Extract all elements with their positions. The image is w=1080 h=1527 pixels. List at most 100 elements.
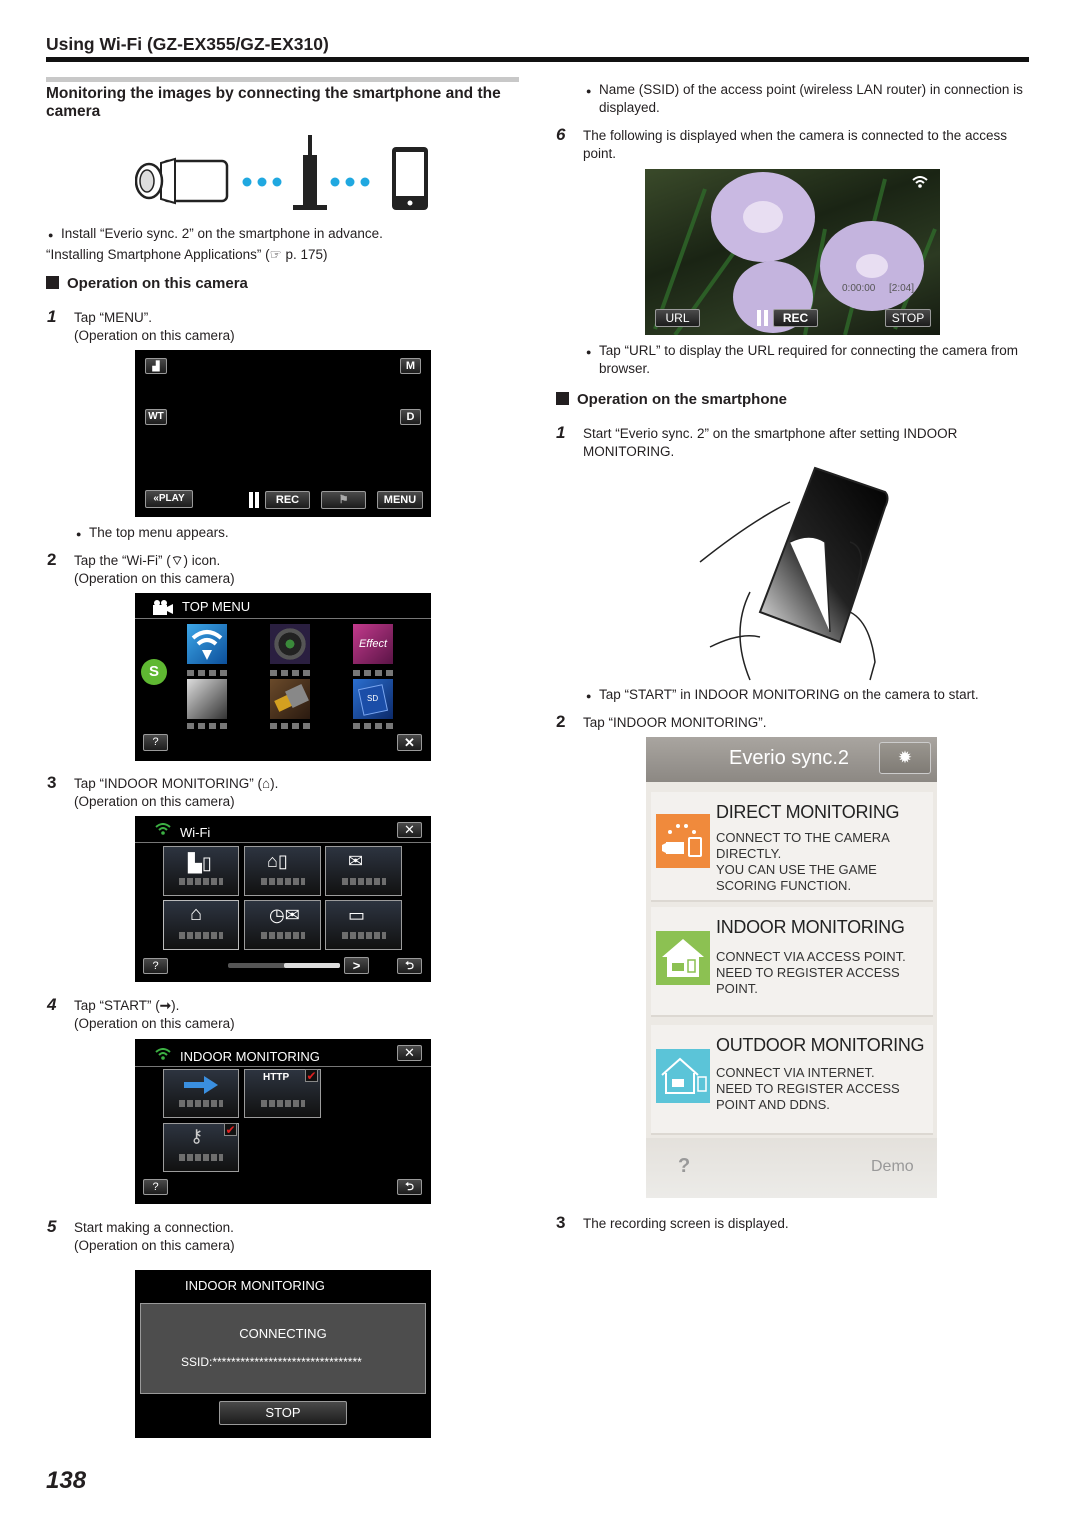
- card-title: INDOOR MONITORING: [716, 917, 905, 937]
- step-subtext: (Operation on this camera): [74, 1238, 235, 1253]
- tv-monitoring-tile[interactable]: ▭: [325, 900, 402, 950]
- app-footer: ? Demo: [646, 1138, 937, 1198]
- close-button[interactable]: ✕: [397, 1045, 422, 1061]
- direct-monitoring-tile[interactable]: ▙▯: [163, 846, 239, 896]
- start-tile[interactable]: [163, 1069, 239, 1118]
- scrollbar-thumb[interactable]: [284, 963, 340, 968]
- http-setting-tile[interactable]: HTTP ✔: [244, 1069, 321, 1118]
- outdoor-monitoring-icon: [656, 1049, 710, 1103]
- d-button[interactable]: D: [400, 409, 421, 425]
- sd-card-menu-icon[interactable]: SD: [353, 679, 393, 719]
- close-button[interactable]: ✕: [397, 734, 422, 751]
- label-placeholder: [260, 878, 305, 885]
- indoor-monitoring-title: INDOOR MONITORING: [180, 1049, 320, 1064]
- settings-gear-button[interactable]: ✹: [879, 742, 931, 774]
- step-note: Name (SSID) of the access point (wireles…: [586, 81, 1029, 117]
- checkbox-checked-icon[interactable]: ✔: [305, 1069, 318, 1082]
- connecting-screen-title: INDOOR MONITORING: [185, 1278, 325, 1293]
- flag-button[interactable]: ⚑: [321, 491, 366, 509]
- url-button[interactable]: URL: [655, 309, 700, 327]
- help-button[interactable]: ?: [678, 1155, 690, 1178]
- card-title: OUTDOOR MONITORING: [716, 1035, 925, 1055]
- stop-button[interactable]: STOP: [219, 1401, 347, 1425]
- label-placeholder: [179, 1154, 223, 1161]
- label-placeholder: [270, 723, 310, 729]
- step-subtext: (Operation on this camera): [74, 794, 235, 809]
- rec-button[interactable]: REC: [773, 309, 818, 327]
- top-menu-title: TOP MENU: [182, 599, 251, 614]
- pause-icon: [249, 492, 253, 508]
- outdoor-monitoring-card[interactable]: OUTDOOR MONITORING CONNECT VIA INTERNET.…: [651, 1025, 933, 1135]
- timecode: 0:00:00: [842, 283, 876, 294]
- wifi-title: Wi-Fi: [180, 825, 211, 840]
- next-page-button[interactable]: >: [344, 957, 369, 974]
- mode-button[interactable]: ▟: [145, 358, 167, 374]
- step-number: 1: [47, 307, 57, 326]
- wt-button[interactable]: WT: [145, 409, 167, 425]
- camera-ops-heading: Operation on this camera: [46, 275, 248, 292]
- step-note: Tap “URL” to display the URL required fo…: [586, 342, 1029, 378]
- card-desc: CONNECT VIA INTERNET. NEED TO REGISTER AC…: [716, 1065, 900, 1112]
- indoor-monitoring-icon: [656, 931, 710, 985]
- step-text: Tap “INDOOR MONITORING”.: [583, 715, 767, 730]
- step-number: 1: [556, 423, 566, 442]
- step-text: Start “Everio sync. 2” on the smartphone…: [583, 426, 958, 459]
- step-subtext: (Operation on this camera): [74, 571, 235, 586]
- label-placeholder: [270, 670, 310, 676]
- direct-monitoring-icon: ▙▯: [188, 853, 212, 873]
- header-rule: [46, 57, 1029, 62]
- step-text: Tap “INDOOR MONITORING” (⌂).: [74, 776, 279, 791]
- video-mail-tile[interactable]: ✉: [325, 846, 402, 896]
- wifi-menu-icon[interactable]: [187, 624, 227, 664]
- label-placeholder: [187, 723, 227, 729]
- back-button[interactable]: ⮌: [397, 1179, 422, 1195]
- label-placeholder: [260, 1100, 305, 1107]
- help-button[interactable]: ?: [143, 1179, 168, 1195]
- indoor-monitoring-tile[interactable]: ⌂: [163, 900, 239, 950]
- direct-monitoring-card[interactable]: DIRECT MONITORING CONNECT TO THE CAMERA D…: [651, 792, 933, 902]
- menu-button[interactable]: MENU: [377, 491, 423, 509]
- settings-gear-menu-icon[interactable]: [187, 679, 227, 719]
- phone-ops-heading: Operation on the smartphone: [556, 391, 787, 408]
- timed-mail-tile[interactable]: ◷✉: [244, 900, 321, 950]
- indoor-monitoring-card[interactable]: INDOOR MONITORING CONNECT VIA ACCESS POI…: [651, 907, 933, 1017]
- direct-monitoring-icon: [656, 814, 710, 868]
- close-button[interactable]: ✕: [397, 822, 422, 838]
- sync-icon[interactable]: S: [141, 659, 167, 685]
- intro-bullet: Install “Everio sync. 2” on the smartpho…: [48, 225, 383, 244]
- section-title: Monitoring the images by connecting the …: [46, 85, 501, 120]
- demo-button[interactable]: Demo: [871, 1158, 914, 1176]
- label-placeholder: [179, 1100, 223, 1107]
- stop-button[interactable]: STOP: [885, 309, 931, 327]
- help-button[interactable]: ?: [143, 958, 168, 974]
- step-text: The following is displayed when the came…: [583, 128, 1007, 161]
- play-button[interactable]: «PLAY: [145, 490, 193, 508]
- label-placeholder: [187, 670, 227, 676]
- effect-menu-icon[interactable]: Effect: [353, 624, 393, 664]
- help-button[interactable]: ?: [143, 734, 168, 751]
- camera-lens-menu-icon[interactable]: [270, 624, 310, 664]
- access-point-tile[interactable]: ⚷ ✔: [163, 1123, 239, 1172]
- outdoor-monitoring-tile[interactable]: ⌂▯: [244, 846, 321, 896]
- label-placeholder: [260, 932, 305, 939]
- step-subtext: (Operation on this camera): [74, 1016, 235, 1031]
- checkbox-checked-icon[interactable]: ✔: [224, 1123, 237, 1136]
- intro-reference-link[interactable]: “Installing Smartphone Applications” (☞ …: [46, 246, 328, 264]
- step-number: 2: [47, 550, 57, 569]
- step-number: 4: [47, 995, 57, 1014]
- divider: [135, 1066, 431, 1067]
- m-button[interactable]: M: [400, 358, 421, 374]
- hdmi-menu-icon[interactable]: [270, 679, 310, 719]
- pause-icon: [757, 310, 761, 326]
- page-scrollbar[interactable]: [228, 963, 340, 968]
- camera-rec-screen: ▟ M WT D «PLAY REC ⚑ MENU: [135, 350, 431, 517]
- step-text: Tap “MENU”.: [74, 310, 153, 325]
- everio-sync-app-screen: Everio sync.2 ✹ DIRECT MONITORING CONNEC…: [646, 737, 937, 1198]
- label-placeholder: [353, 723, 393, 729]
- connection-diagram: [134, 133, 435, 213]
- rec-button[interactable]: REC: [265, 491, 310, 509]
- back-button[interactable]: ⮌: [397, 958, 422, 974]
- card-desc: CONNECT VIA ACCESS POINT. NEED TO REGISTE…: [716, 949, 906, 996]
- svg-text:SD: SD: [367, 694, 378, 703]
- clock-mail-icon: ◷✉: [269, 905, 300, 925]
